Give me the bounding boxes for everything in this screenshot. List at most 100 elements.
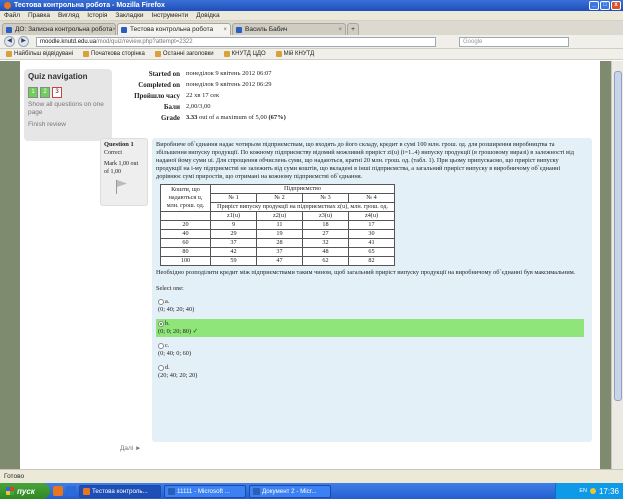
clock: 17:36: [598, 486, 619, 496]
answer-option-c[interactable]: c. (0; 40; 0; 60): [156, 341, 584, 359]
window-title: Тестова контрольна робота - Mozilla Fire…: [14, 2, 165, 9]
page-viewport: Quiz navigation 1 2 3 Show all questions…: [0, 61, 611, 469]
menu-help[interactable]: Довідка: [196, 12, 219, 19]
select-one-label: Select one:: [156, 285, 184, 292]
bookmark-my-knutd[interactable]: Мій КНУТД: [275, 51, 314, 57]
taskbar-item-word-1[interactable]: 11111 - Microsoft ...: [164, 484, 246, 498]
system-tray: EN 17:36: [555, 483, 623, 499]
page-icon: [6, 26, 12, 33]
url-path: /mod/quiz/review.php?attempt=2322: [96, 38, 193, 45]
answer-option-d[interactable]: d. (20; 40; 20; 20): [156, 363, 584, 381]
taskbar-item-firefox[interactable]: Тестова контроль...: [79, 484, 161, 498]
question-prompt: Необхідно розподілити кредит між підприє…: [156, 269, 576, 276]
table-growth-label: Приріст випуску продукції на підприємств…: [210, 202, 395, 212]
taskbar-item-word-2[interactable]: Документ 2 - Micr...: [249, 484, 331, 498]
tab-close-icon[interactable]: ×: [338, 27, 342, 33]
table-row: 40 29 19 27 30: [160, 229, 395, 239]
desktop-quicklaunch-icon[interactable]: [66, 486, 76, 496]
windows-taskbar: пуск Тестова контроль... 11111 - Microso…: [0, 483, 623, 499]
tab-zapysna[interactable]: ДО: Записна контрольна робота ×: [2, 23, 116, 35]
bookmark-most-visited[interactable]: Найбільш відвідувані: [6, 51, 73, 57]
menu-history[interactable]: Історія: [87, 12, 107, 19]
question-3-button[interactable]: 3: [52, 87, 62, 98]
tab-strip: ДО: Записна контрольна робота × Тестова …: [0, 21, 623, 35]
minimize-button[interactable]: _: [589, 1, 599, 10]
windows-logo-icon: [6, 487, 14, 495]
table-fn-label: z2(u): [256, 211, 303, 221]
grade-percent: (67%): [268, 114, 286, 121]
tab-close-icon[interactable]: ×: [223, 27, 227, 33]
window-controls: _ □ x: [589, 1, 621, 10]
language-indicator[interactable]: EN: [579, 488, 587, 494]
bookmark-latest-headlines[interactable]: Останні заголовки: [154, 51, 214, 57]
back-button[interactable]: ◀: [4, 36, 15, 47]
tab-babych[interactable]: Василь Бабич ×: [232, 23, 346, 35]
bookmarks-toolbar: Найбільш відвідувані Початкова сторінка …: [0, 49, 623, 60]
tab-label: Тестова контрольна робота: [130, 26, 214, 33]
question-status: Correct: [104, 150, 122, 156]
bookmark-icon: [275, 51, 282, 57]
page-icon: [121, 26, 127, 33]
table-enterprise-1: № 1: [210, 193, 257, 203]
question-content: Виробниче об`єднання надає чотирьом підп…: [152, 138, 592, 442]
question-2-button[interactable]: 2: [40, 87, 50, 98]
summary-elapsed: Пройшло часу 22 хв 17 сек: [134, 91, 220, 100]
menu-view[interactable]: Вигляд: [58, 12, 79, 19]
url-bar[interactable]: moodle.knutd.edu.ua /mod/quiz/review.php…: [36, 36, 436, 47]
table-row: 20 9 11 18 17: [160, 220, 395, 230]
table-row: 80 42 37 48 65: [160, 247, 395, 257]
firefox-quicklaunch-icon[interactable]: [53, 486, 63, 496]
forward-button[interactable]: ▶: [18, 36, 29, 47]
answer-option-b[interactable]: b. (0; 0; 20; 80) ✓: [156, 319, 584, 337]
table-row: 100 59 47 62 82: [160, 256, 395, 266]
search-input[interactable]: Google: [459, 36, 569, 47]
bookmark-icon: [223, 51, 230, 57]
maximize-button[interactable]: □: [600, 1, 610, 10]
firefox-icon: [4, 2, 11, 9]
show-all-link[interactable]: Show all questions on one page: [28, 101, 108, 117]
question-1-button[interactable]: 1: [28, 87, 38, 98]
grade-rest: out of a maximum of 5,00: [197, 114, 269, 121]
question-text: Виробниче об`єднання надає чотирьом підп…: [156, 141, 574, 180]
tab-label: Василь Бабич: [245, 26, 288, 33]
growth-table: Кошти, що надаються u, млн. грош. од. Пі…: [160, 184, 395, 266]
scrollbar-thumb[interactable]: [614, 71, 622, 401]
radio-b[interactable]: [158, 320, 164, 327]
radio-c[interactable]: [158, 342, 164, 349]
finish-review-link[interactable]: Finish review: [28, 121, 108, 129]
quiz-navigation-block: Quiz navigation 1 2 3 Show all questions…: [24, 69, 112, 141]
menu-file[interactable]: Файл: [4, 12, 20, 19]
option-value: (0; 40; 0; 60): [158, 350, 192, 357]
close-button[interactable]: x: [611, 1, 621, 10]
navigation-toolbar: ◀ ▶ moodle.knutd.edu.ua /mod/quiz/review…: [0, 35, 623, 49]
url-host: moodle.knutd.edu.ua: [40, 38, 97, 45]
bookmark-icon: [6, 51, 12, 57]
status-text: Готово: [4, 473, 25, 480]
summary-grade: Grade 3.33 out of a maximum of 5,00 (67%): [160, 113, 286, 122]
menu-edit[interactable]: Правка: [28, 12, 50, 19]
radio-a[interactable]: [158, 298, 164, 305]
flag-icon[interactable]: [116, 180, 128, 194]
next-page-link[interactable]: Далі ►: [120, 445, 142, 452]
answer-option-a[interactable]: a. (0; 40; 20; 40): [156, 297, 584, 315]
tab-testova[interactable]: Тестова контрольна робота ×: [117, 23, 231, 35]
start-button[interactable]: пуск: [0, 483, 50, 499]
grade-score: 3.33: [186, 114, 198, 121]
table-row: 60 37 28 32 41: [160, 238, 395, 248]
radio-d[interactable]: [158, 364, 164, 371]
table-header-funds: Кошти, що надаються u, млн. грош. од.: [160, 184, 211, 212]
menu-bookmarks[interactable]: Закладки: [115, 12, 143, 19]
vertical-scrollbar[interactable]: [611, 61, 623, 469]
window-titlebar: Тестова контрольна робота - Mozilla Fire…: [0, 0, 623, 11]
tab-close-icon[interactable]: ×: [112, 27, 115, 33]
option-value: (0; 40; 20; 40): [158, 306, 195, 313]
new-tab-button[interactable]: +: [347, 23, 359, 35]
tray-icon[interactable]: [589, 488, 596, 494]
word-icon: [168, 487, 175, 495]
bookmark-start-page[interactable]: Початкова сторінка: [83, 51, 145, 57]
summary-started: Started on понеділок 9 квітень 2012 06:07: [148, 69, 272, 78]
menu-tools[interactable]: Інструменти: [152, 12, 189, 19]
bookmark-knutd-cdo[interactable]: КНУТД ЦДО: [223, 51, 266, 57]
tab-label: ДО: Записна контрольна робота: [15, 26, 113, 33]
table-fn-label: z1(u): [210, 211, 257, 221]
